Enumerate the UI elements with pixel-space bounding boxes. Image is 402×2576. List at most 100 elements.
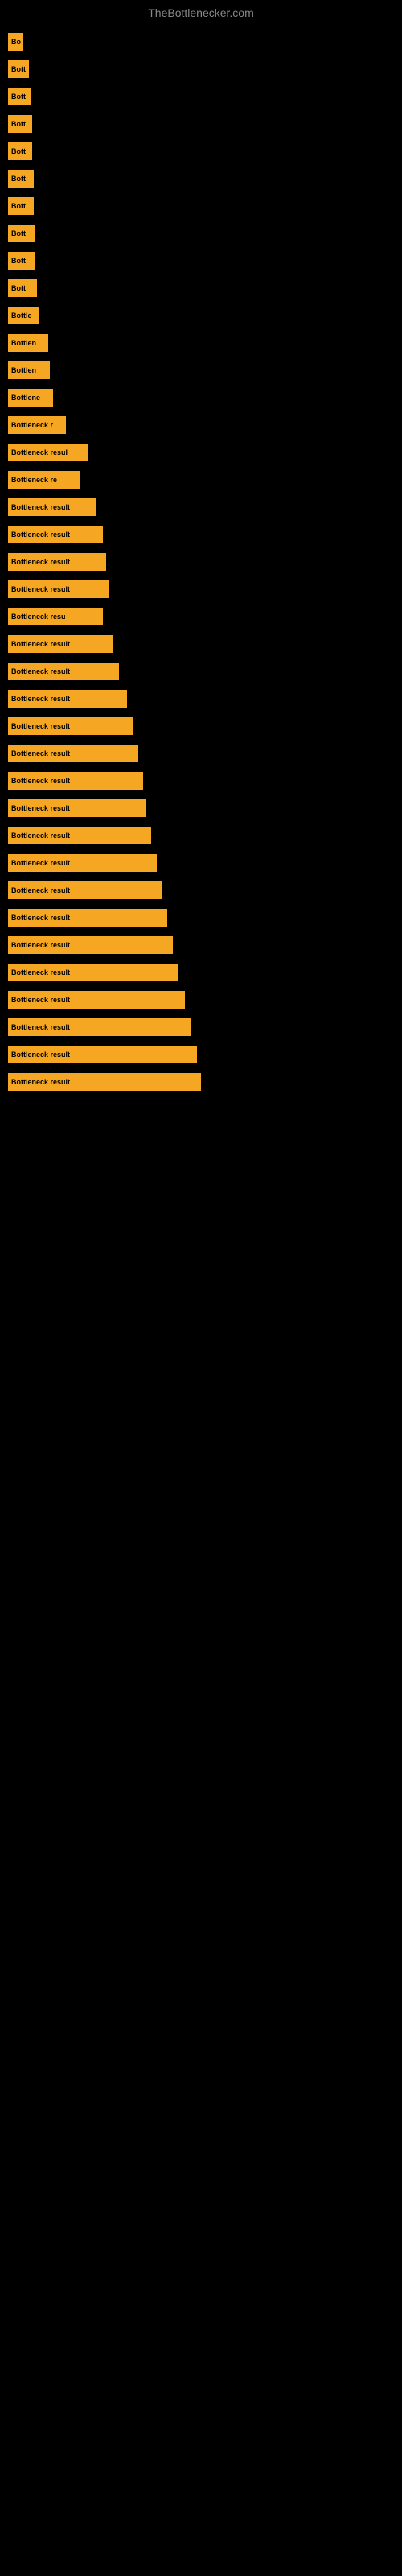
bar-label-26: Bottleneck result	[11, 749, 70, 758]
bar-31: Bottleneck result	[8, 881, 162, 899]
bar-20: Bottleneck result	[8, 580, 109, 598]
bar-7: Bott	[8, 225, 35, 242]
bar-row: Bott	[8, 140, 394, 163]
bar-13: Bottlene	[8, 389, 53, 407]
bar-row: Bott	[8, 195, 394, 217]
bar-row: Bottlen	[8, 359, 394, 382]
bar-row: Bottleneck result	[8, 523, 394, 546]
bar-row: Bottleneck result	[8, 551, 394, 573]
bar-row: Bottleneck r	[8, 414, 394, 436]
bar-row: Bott	[8, 167, 394, 190]
bar-21: Bottleneck resu	[8, 608, 103, 625]
bar-row: Bo	[8, 31, 394, 53]
bar-label-14: Bottleneck r	[11, 421, 53, 429]
bar-row: Bottleneck result	[8, 906, 394, 929]
bar-label-18: Bottleneck result	[11, 530, 70, 539]
bar-26: Bottleneck result	[8, 745, 138, 762]
bar-row: Bottleneck result	[8, 879, 394, 902]
bar-label-15: Bottleneck resul	[11, 448, 68, 456]
bar-22: Bottleneck result	[8, 635, 113, 653]
bar-5: Bott	[8, 170, 34, 188]
bar-row: Bott	[8, 250, 394, 272]
bar-33: Bottleneck result	[8, 936, 173, 954]
bar-label-17: Bottleneck result	[11, 503, 70, 511]
bar-label-1: Bott	[11, 65, 26, 73]
bar-label-4: Bott	[11, 147, 26, 155]
bar-row: Bott	[8, 85, 394, 108]
bar-6: Bott	[8, 197, 34, 215]
bar-25: Bottleneck result	[8, 717, 133, 735]
bar-row: Bott	[8, 58, 394, 80]
bar-label-8: Bott	[11, 257, 26, 265]
bar-23: Bottleneck result	[8, 663, 119, 680]
bar-17: Bottleneck result	[8, 498, 96, 516]
bar-29: Bottleneck result	[8, 827, 151, 844]
bar-label-2: Bott	[11, 93, 26, 101]
bar-28: Bottleneck result	[8, 799, 146, 817]
bar-label-24: Bottleneck result	[11, 695, 70, 703]
bar-row: Bott	[8, 113, 394, 135]
bar-30: Bottleneck result	[8, 854, 157, 872]
bar-12: Bottlen	[8, 361, 50, 379]
bar-label-19: Bottleneck result	[11, 558, 70, 566]
bar-0: Bo	[8, 33, 23, 51]
bar-label-28: Bottleneck result	[11, 804, 70, 812]
bar-label-3: Bott	[11, 120, 26, 128]
bar-row: Bottleneck result	[8, 715, 394, 737]
bar-row: Bottleneck result	[8, 961, 394, 984]
site-title: TheBottlenecker.com	[0, 0, 402, 23]
bar-35: Bottleneck result	[8, 991, 185, 1009]
bar-8: Bott	[8, 252, 35, 270]
bar-row: Bottleneck re	[8, 469, 394, 491]
bar-label-23: Bottleneck result	[11, 667, 70, 675]
bar-label-37: Bottleneck result	[11, 1051, 70, 1059]
bar-1: Bott	[8, 60, 29, 78]
bar-row: Bottleneck result	[8, 496, 394, 518]
bar-label-31: Bottleneck result	[11, 886, 70, 894]
bar-label-20: Bottleneck result	[11, 585, 70, 593]
bar-row: Bottle	[8, 304, 394, 327]
bar-row: Bottleneck result	[8, 1016, 394, 1038]
bar-24: Bottleneck result	[8, 690, 127, 708]
bar-row: Bottleneck result	[8, 770, 394, 792]
bar-row: Bottleneck result	[8, 824, 394, 847]
bar-row: Bottleneck resul	[8, 441, 394, 464]
bar-label-29: Bottleneck result	[11, 832, 70, 840]
bar-row: Bottleneck result	[8, 1071, 394, 1093]
bar-label-9: Bott	[11, 284, 26, 292]
bar-label-11: Bottlen	[11, 339, 36, 347]
bar-9: Bott	[8, 279, 37, 297]
bar-label-36: Bottleneck result	[11, 1023, 70, 1031]
bar-label-34: Bottleneck result	[11, 968, 70, 976]
bar-34: Bottleneck result	[8, 964, 178, 981]
bar-3: Bott	[8, 115, 32, 133]
bar-row: Bottlen	[8, 332, 394, 354]
bar-row: Bottleneck result	[8, 578, 394, 601]
bar-row: Bottleneck result	[8, 660, 394, 683]
bar-32: Bottleneck result	[8, 909, 167, 927]
bar-label-32: Bottleneck result	[11, 914, 70, 922]
bar-label-6: Bott	[11, 202, 26, 210]
bar-row: Bottlene	[8, 386, 394, 409]
bar-row: Bottleneck result	[8, 989, 394, 1011]
bar-4: Bott	[8, 142, 32, 160]
bars-container: Bo Bott Bott Bott Bott Bott Bott Bott Bott Bott Bo…	[0, 23, 402, 1098]
bar-label-35: Bottleneck result	[11, 996, 70, 1004]
bar-row: Bottleneck result	[8, 742, 394, 765]
bar-15: Bottleneck resul	[8, 444, 88, 461]
bar-38: Bottleneck result	[8, 1073, 201, 1091]
bar-row: Bott	[8, 222, 394, 245]
bar-27: Bottleneck result	[8, 772, 143, 790]
bar-14: Bottleneck r	[8, 416, 66, 434]
bar-label-12: Bottlen	[11, 366, 36, 374]
bar-2: Bott	[8, 88, 31, 105]
bar-label-33: Bottleneck result	[11, 941, 70, 949]
bar-label-27: Bottleneck result	[11, 777, 70, 785]
bar-36: Bottleneck result	[8, 1018, 191, 1036]
bar-label-7: Bott	[11, 229, 26, 237]
bar-16: Bottleneck re	[8, 471, 80, 489]
bar-row: Bottleneck result	[8, 633, 394, 655]
bar-label-22: Bottleneck result	[11, 640, 70, 648]
bar-19: Bottleneck result	[8, 553, 106, 571]
bar-label-25: Bottleneck result	[11, 722, 70, 730]
